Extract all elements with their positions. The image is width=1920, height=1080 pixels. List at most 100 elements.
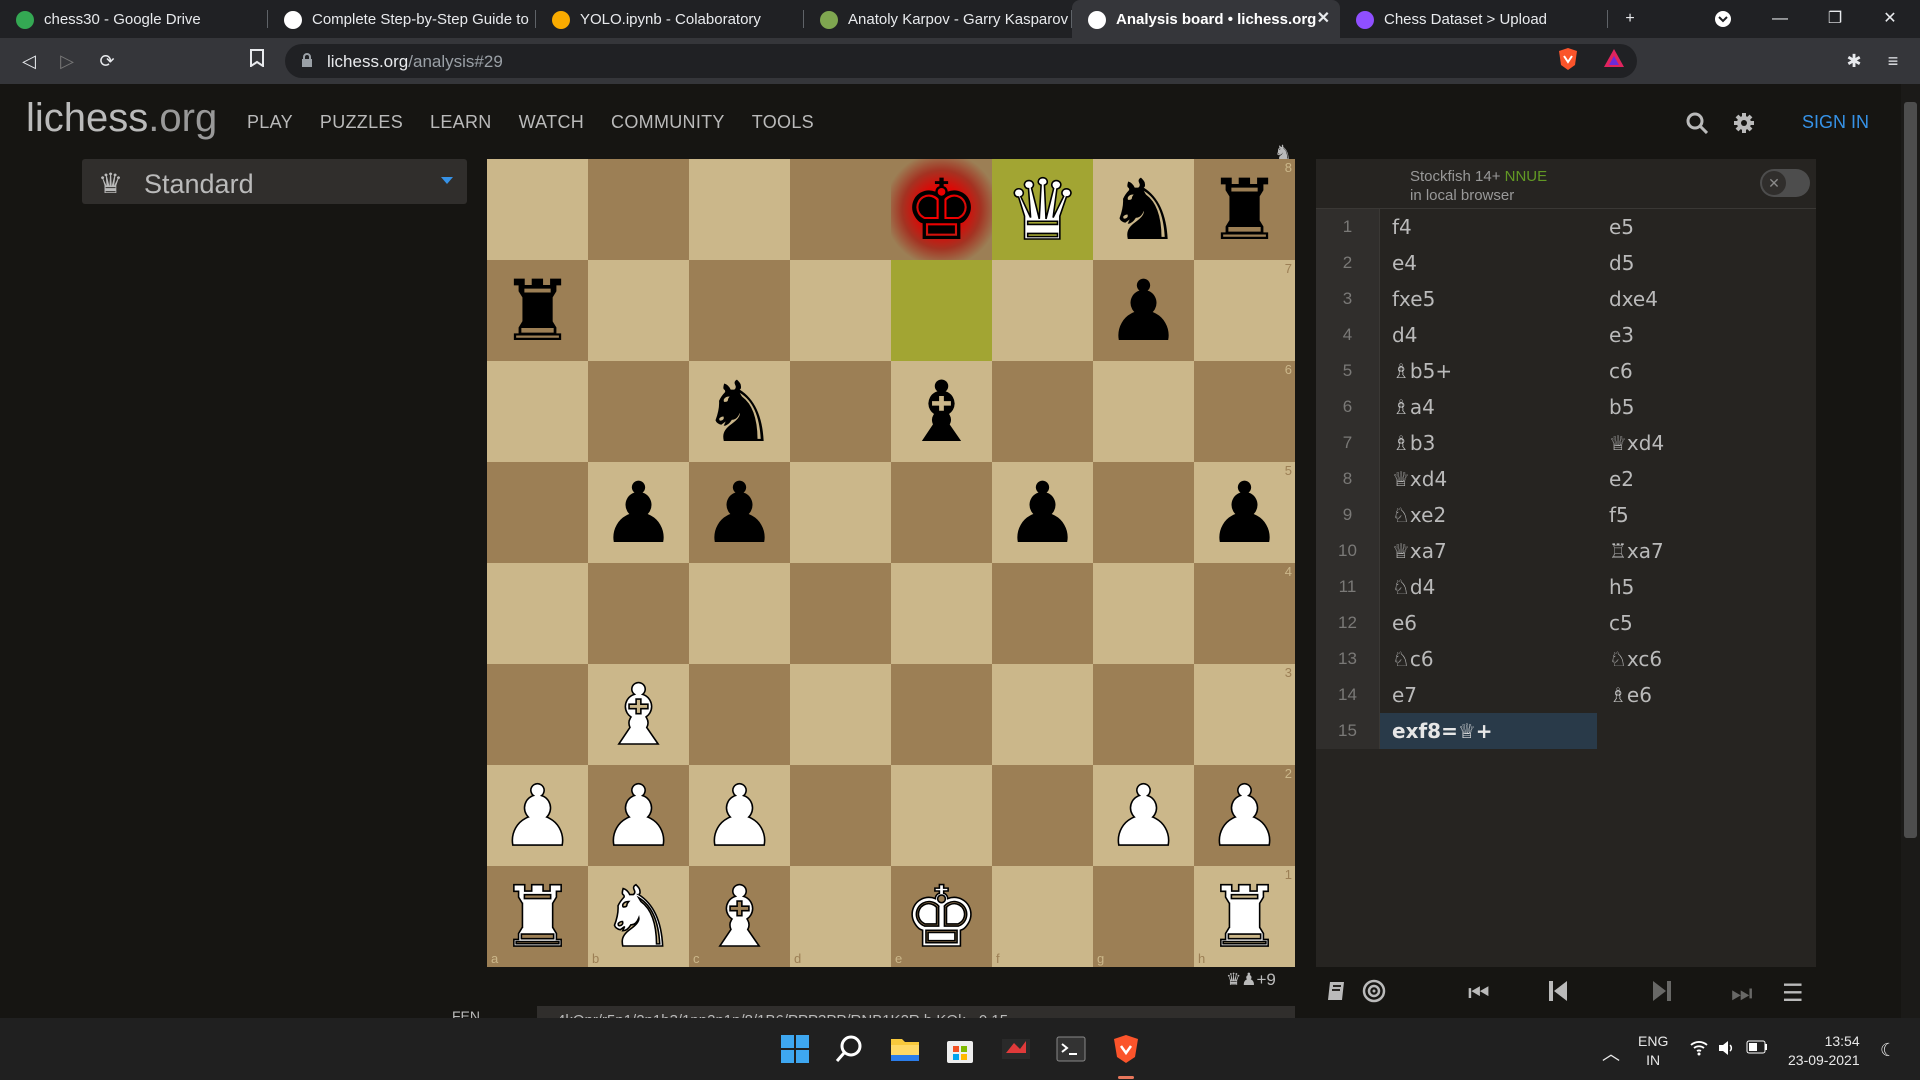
white-move[interactable]: e4 [1380,245,1597,281]
extensions-icon[interactable]: ✱ [1841,48,1867,74]
tray-chevron-icon[interactable]: ︿ [1602,1040,1620,1066]
practice-target-icon[interactable] [1362,979,1386,1009]
tab-search-icon[interactable] [1693,0,1753,38]
notification-icon[interactable]: ☾ [1880,1040,1896,1061]
white-knight-piece[interactable]: ♞ [600,874,677,960]
white-move[interactable]: ♗a4 [1380,389,1597,425]
black-pawn-piece[interactable]: ♟ [702,471,777,555]
square-a7[interactable]: ♜ [487,260,588,361]
language-indicator[interactable]: ENG IN [1638,1032,1668,1070]
brave-shields-icon[interactable] [1555,47,1581,73]
square-h5[interactable]: ♟ 5 [1194,462,1295,563]
square-g2[interactable]: ♟ [1093,765,1194,866]
nav-item-learn[interactable]: LEARN [430,112,492,133]
nav-item-watch[interactable]: WATCH [519,112,584,133]
square-f3[interactable] [992,664,1093,765]
white-move[interactable]: fxe5 [1380,281,1597,317]
square-b1[interactable]: ♞ b [588,866,689,967]
white-move[interactable]: ♗b3 [1380,425,1597,461]
brave-rewards-icon[interactable] [1601,47,1627,73]
black-knight-piece[interactable]: ♞ [702,370,777,454]
square-c7[interactable] [689,260,790,361]
square-b4[interactable] [588,563,689,664]
white-move[interactable]: e7 [1380,677,1597,713]
square-b3[interactable]: ♝ [588,664,689,765]
opening-explorer-icon[interactable] [1325,979,1349,1009]
square-e3[interactable] [891,664,992,765]
chess-board[interactable]: ♚ ♛ ♞ ♜ 8 ♜ ♟ 7 ♞ ♝ 6 ♟ ♟ ♟ ♟ 5 4 ♝ 3 ♟ ♟ ♟ ♟ ♟ 2 ♜ a ♞ b ♝ c d ♚ e f g ♜ 1 h [487,159,1295,967]
white-rook-piece[interactable]: ♜ [1206,874,1283,960]
square-e1[interactable]: ♚ e [891,866,992,967]
black-king-piece[interactable]: ♚ [904,168,979,252]
battery-icon[interactable] [1746,1040,1768,1057]
square-e8[interactable]: ♚ [891,159,992,260]
square-g8[interactable]: ♞ [1093,159,1194,260]
browser-tab[interactable]: Chess Dataset > Upload [1340,0,1608,38]
nav-item-tools[interactable]: TOOLS [752,112,814,133]
square-c2[interactable]: ♟ [689,765,790,866]
new-tab-button[interactable]: + [1600,0,1660,38]
square-h2[interactable]: ♟ 2 [1194,765,1295,866]
minimize-button[interactable]: — [1750,0,1810,38]
square-a8[interactable] [487,159,588,260]
taskbar-clock[interactable]: 13:54 23-09-2021 [1788,1032,1860,1070]
square-g3[interactable] [1093,664,1194,765]
white-king-piece[interactable]: ♚ [903,874,980,960]
browser-tab[interactable]: Complete Step-by-Step Guide to [268,0,536,38]
white-pawn-piece[interactable]: ♟ [499,773,576,859]
scrollbar-thumb[interactable] [1904,102,1917,838]
black-bishop-piece[interactable]: ♝ [904,370,979,454]
square-f8[interactable]: ♛ [992,159,1093,260]
square-d7[interactable] [790,260,891,361]
square-a5[interactable] [487,462,588,563]
windows-start-icon[interactable] [779,1033,811,1065]
black-move[interactable]: e2 [1597,461,1814,497]
square-e7[interactable] [891,260,992,361]
terminal-icon[interactable] [1055,1033,1087,1065]
lichess-logo[interactable]: lichess.org [26,96,217,141]
square-g4[interactable] [1093,563,1194,664]
square-a1[interactable]: ♜ a [487,866,588,967]
square-e4[interactable] [891,563,992,664]
black-pawn-piece[interactable]: ♟ [1005,471,1080,555]
square-h7[interactable]: 7 [1194,260,1295,361]
white-bishop-piece[interactable]: ♝ [600,672,677,758]
white-move[interactable]: ♗b5+ [1380,353,1597,389]
square-b7[interactable] [588,260,689,361]
volume-icon[interactable] [1718,1040,1736,1059]
square-g7[interactable]: ♟ [1093,260,1194,361]
square-h1[interactable]: ♜ 1 h [1194,866,1295,967]
white-move[interactable]: d4 [1380,317,1597,353]
white-pawn-piece[interactable]: ♟ [600,773,677,859]
variant-select[interactable]: ♛ Standard [82,159,467,204]
square-b8[interactable] [588,159,689,260]
microsoft-store-icon[interactable] [944,1033,976,1065]
square-e2[interactable] [891,765,992,866]
engine-toggle[interactable]: ✕ [1760,169,1810,197]
square-f7[interactable] [992,260,1093,361]
square-d5[interactable] [790,462,891,563]
square-h3[interactable]: 3 [1194,664,1295,765]
flip-board-icon[interactable]: ♞ [1274,140,1292,164]
square-f6[interactable] [992,361,1093,462]
square-g1[interactable]: g [1093,866,1194,967]
black-move[interactable]: b5 [1597,389,1814,425]
white-move[interactable]: ♕xa7 [1380,533,1597,569]
white-pawn-piece[interactable]: ♟ [1105,773,1182,859]
reload-icon[interactable]: ⟳ [94,48,120,74]
browser-tab[interactable]: chess30 - Google Drive [0,0,268,38]
fen-input[interactable]: 4kQnr/r5p1/2n1b3/1pp2p1p/8/1B6/PPP3PP/RN… [537,1006,1295,1018]
square-c3[interactable] [689,664,790,765]
square-e6[interactable]: ♝ [891,361,992,462]
square-h6[interactable]: 6 [1194,361,1295,462]
file-explorer-icon[interactable] [889,1033,921,1065]
wifi-icon[interactable] [1690,1040,1708,1059]
square-c5[interactable]: ♟ [689,462,790,563]
bookmark-icon[interactable] [244,48,270,74]
nav-item-play[interactable]: PLAY [247,112,293,133]
black-rook-piece[interactable]: ♜ [500,269,575,353]
square-c1[interactable]: ♝ c [689,866,790,967]
previous-move-icon[interactable] [1548,979,1568,1009]
back-icon[interactable]: ◁ [16,48,42,74]
white-move[interactable]: ♘d4 [1380,569,1597,605]
